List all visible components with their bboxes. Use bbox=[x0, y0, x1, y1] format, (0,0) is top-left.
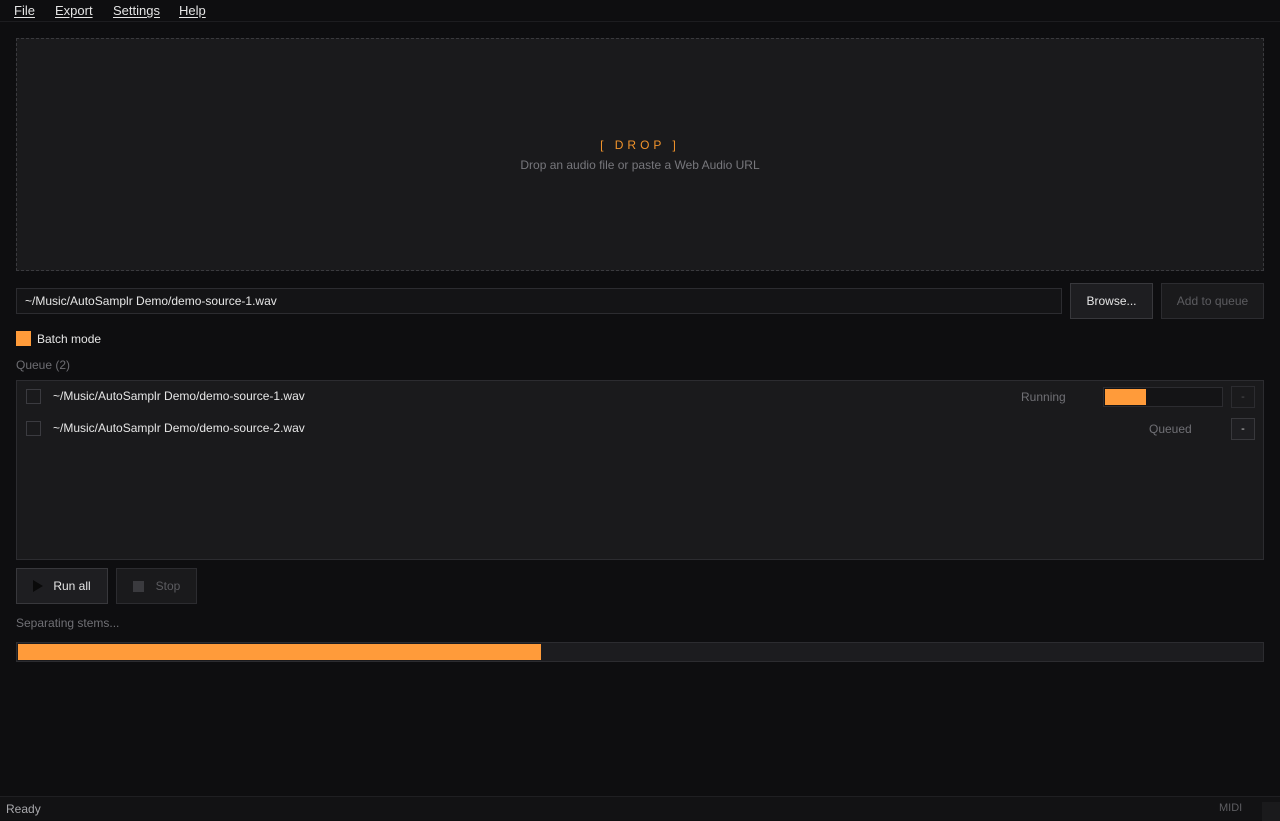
status-text: Ready bbox=[6, 802, 41, 816]
queue-row-remove-button[interactable]: - bbox=[1231, 418, 1255, 440]
queue-list: ~/Music/AutoSamplr Demo/demo-source-1.wa… bbox=[16, 380, 1264, 560]
drop-zone[interactable]: [ DROP ] Drop an audio file or paste a W… bbox=[16, 38, 1264, 271]
drop-zone-title: [ DROP ] bbox=[600, 138, 680, 152]
drop-zone-hint: Drop an audio file or paste a Web Audio … bbox=[520, 158, 760, 172]
resize-grip[interactable] bbox=[1262, 802, 1280, 821]
menu-file[interactable]: File bbox=[14, 3, 35, 18]
run-all-label: Run all bbox=[53, 579, 91, 593]
queue-label: Queue (2) bbox=[16, 358, 71, 372]
menu-export[interactable]: Export bbox=[55, 3, 93, 18]
midi-indicator: MIDI bbox=[1219, 802, 1243, 814]
queue-row-status: Running bbox=[1021, 390, 1066, 404]
menu-bar: File Export Settings Help bbox=[0, 0, 1280, 22]
main-progress-bar bbox=[16, 642, 1264, 662]
queue-row: ~/Music/AutoSamplr Demo/demo-source-2.wa… bbox=[17, 413, 1263, 443]
run-all-button[interactable]: Run all bbox=[16, 568, 108, 604]
main-progress-fill bbox=[18, 644, 541, 660]
queue-row-progress-bar bbox=[1103, 387, 1223, 407]
queue-row-path: ~/Music/AutoSamplr Demo/demo-source-2.wa… bbox=[53, 421, 305, 435]
stop-label: Stop bbox=[155, 579, 181, 593]
queue-row-checkbox[interactable] bbox=[26, 389, 41, 404]
queue-row-progress-fill bbox=[1105, 389, 1146, 405]
browse-button[interactable]: Browse... bbox=[1070, 283, 1153, 319]
add-to-queue-button[interactable]: Add to queue bbox=[1161, 283, 1264, 319]
queue-row-path: ~/Music/AutoSamplr Demo/demo-source-1.wa… bbox=[53, 389, 305, 403]
batch-mode-checkbox[interactable] bbox=[16, 331, 31, 346]
play-icon bbox=[33, 580, 44, 592]
queue-row-status: Queued bbox=[1149, 422, 1192, 436]
batch-mode-label: Batch mode bbox=[37, 332, 102, 346]
source-path-input[interactable] bbox=[16, 288, 1062, 314]
queue-row-checkbox[interactable] bbox=[26, 421, 41, 436]
stop-icon bbox=[132, 580, 144, 592]
status-bar: Ready MIDI bbox=[0, 796, 1280, 821]
queue-row: ~/Music/AutoSamplr Demo/demo-source-1.wa… bbox=[17, 381, 1263, 411]
progress-label: Separating stems... bbox=[16, 616, 120, 630]
menu-settings[interactable]: Settings bbox=[113, 3, 160, 18]
queue-row-remove-button[interactable]: - bbox=[1231, 386, 1255, 408]
menu-help[interactable]: Help bbox=[179, 3, 206, 18]
stop-button[interactable]: Stop bbox=[116, 568, 197, 604]
